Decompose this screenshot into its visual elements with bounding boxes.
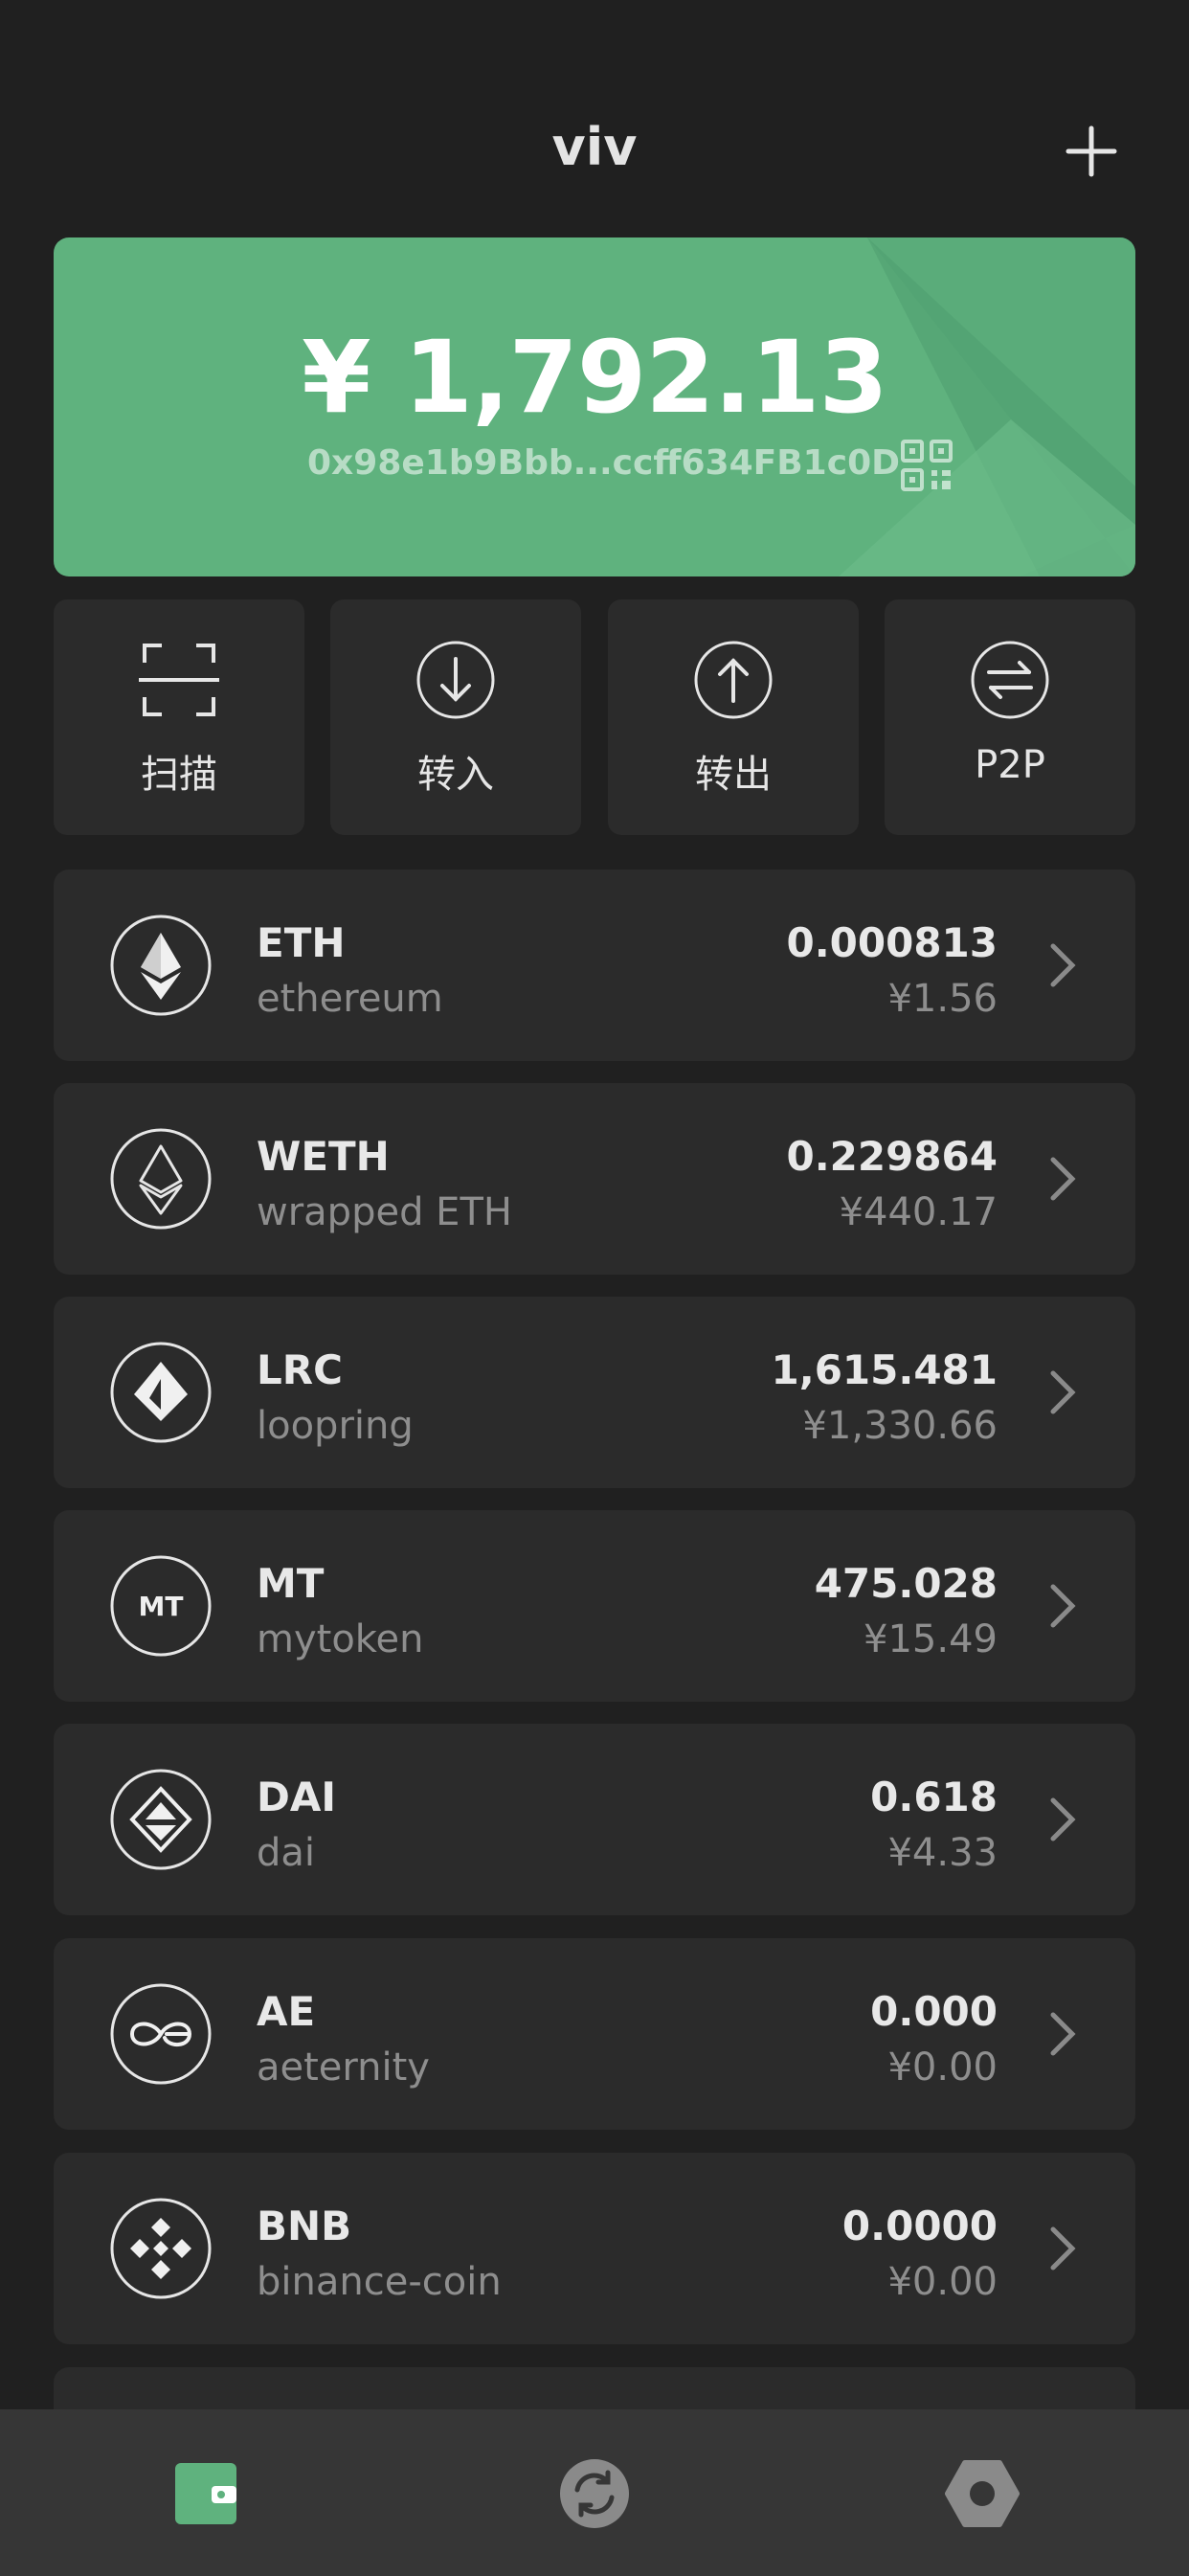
swap-arrows-icon bbox=[971, 641, 1049, 719]
token-symbol: AE bbox=[257, 1988, 316, 2035]
wallet-balance-card[interactable]: ¥ 1,792.13 0x98e1b9Bbb...ccff634FB1c0D bbox=[54, 237, 1135, 576]
token-row-dai[interactable]: DAI dai 0.618 ¥4.33 bbox=[54, 1724, 1135, 1915]
total-balance: ¥ 1,792.13 bbox=[302, 319, 888, 436]
chevron-right-icon bbox=[1050, 1584, 1076, 1628]
chevron-right-icon bbox=[1050, 1370, 1076, 1414]
chevron-right-icon bbox=[1050, 2012, 1076, 2056]
token-row-ae[interactable]: AE aeternity 0.000 ¥0.00 bbox=[54, 1938, 1135, 2130]
svg-text:MT: MT bbox=[139, 1591, 184, 1622]
chevron-right-icon bbox=[1050, 1157, 1076, 1201]
token-symbol: ETH bbox=[257, 919, 346, 966]
token-name: dai bbox=[257, 1831, 316, 1875]
token-row-mt[interactable]: MT MT mytoken 475.028 ¥15.49 bbox=[54, 1510, 1135, 1702]
token-fiat-value: ¥1.56 bbox=[887, 977, 998, 1021]
token-row-eth[interactable]: ETH ethereum 0.000813 ¥1.56 bbox=[54, 870, 1135, 1061]
token-fiat-value: ¥0.00 bbox=[887, 2260, 998, 2304]
exchange-icon[interactable] bbox=[547, 2446, 642, 2542]
token-fiat-value: ¥0.00 bbox=[887, 2045, 998, 2090]
token-symbol: LRC bbox=[257, 1346, 343, 1393]
token-row-weth[interactable]: WETH wrapped ETH 0.229864 ¥440.17 bbox=[54, 1083, 1135, 1275]
ae-logo-icon bbox=[110, 1983, 212, 2085]
settings-icon[interactable] bbox=[934, 2446, 1030, 2542]
token-fiat-value: ¥440.17 bbox=[839, 1190, 998, 1234]
token-symbol: BNB bbox=[257, 2203, 352, 2249]
top-bar: viv bbox=[0, 105, 1189, 192]
scan-icon bbox=[139, 644, 219, 716]
token-amount: 0.000 bbox=[870, 1988, 998, 2035]
bottom-tab-bar bbox=[0, 2409, 1189, 2576]
token-name: mytoken bbox=[257, 1617, 424, 1661]
receive-label: 转入 bbox=[417, 753, 494, 797]
send-button[interactable]: 转出 bbox=[608, 599, 859, 835]
token-amount: 475.028 bbox=[814, 1560, 998, 1607]
chevron-right-icon bbox=[1050, 943, 1076, 987]
token-fiat-value: ¥4.33 bbox=[887, 1831, 998, 1875]
chevron-right-icon bbox=[1050, 1797, 1076, 1842]
token-name: binance-coin bbox=[257, 2260, 502, 2304]
send-label: 转出 bbox=[695, 753, 772, 797]
quick-actions: 扫描 转入 转出 P2P bbox=[54, 599, 1135, 835]
lrc-logo-icon bbox=[110, 1342, 212, 1443]
token-amount: 0.618 bbox=[870, 1774, 998, 1820]
p2p-button[interactable]: P2P bbox=[885, 599, 1135, 835]
mt-logo-icon: MT bbox=[110, 1555, 212, 1657]
chevron-right-icon bbox=[1050, 2226, 1076, 2271]
token-name: ethereum bbox=[257, 977, 443, 1021]
token-symbol: DAI bbox=[257, 1774, 336, 1820]
send-icon bbox=[694, 641, 773, 719]
scan-label: 扫描 bbox=[141, 753, 217, 797]
token-row-lrc[interactable]: LRC loopring 1,615.481 ¥1,330.66 bbox=[54, 1297, 1135, 1488]
wallet-icon[interactable] bbox=[158, 2446, 254, 2542]
wallet-title: viv bbox=[551, 117, 638, 177]
p2p-label: P2P bbox=[975, 743, 1045, 787]
wallet-address[interactable]: 0x98e1b9Bbb...ccff634FB1c0D bbox=[307, 443, 900, 483]
token-row-bnb[interactable]: BNB binance-coin 0.0000 ¥0.00 bbox=[54, 2153, 1135, 2344]
plus-icon[interactable] bbox=[1065, 124, 1118, 178]
qr-code-icon[interactable] bbox=[900, 439, 953, 492]
token-name: wrapped ETH bbox=[257, 1190, 512, 1234]
eth-logo-icon bbox=[110, 915, 212, 1016]
token-symbol: MT bbox=[257, 1560, 325, 1607]
receive-button[interactable]: 转入 bbox=[330, 599, 581, 835]
token-name: aeternity bbox=[257, 2045, 430, 2090]
token-amount: 0.229864 bbox=[786, 1133, 998, 1180]
token-fiat-value: ¥15.49 bbox=[864, 1617, 998, 1661]
token-name: loopring bbox=[257, 1404, 414, 1448]
token-fiat-value: ¥1,330.66 bbox=[802, 1404, 998, 1448]
dai-logo-icon bbox=[110, 1769, 212, 1870]
token-amount: 0.000813 bbox=[786, 919, 998, 966]
weth-logo-icon bbox=[110, 1128, 212, 1230]
token-amount: 0.0000 bbox=[841, 2203, 998, 2249]
token-amount: 1,615.481 bbox=[771, 1346, 998, 1393]
receive-icon bbox=[416, 641, 495, 719]
scan-button[interactable]: 扫描 bbox=[54, 599, 304, 835]
bnb-logo-icon bbox=[110, 2198, 212, 2299]
token-symbol: WETH bbox=[257, 1133, 390, 1180]
